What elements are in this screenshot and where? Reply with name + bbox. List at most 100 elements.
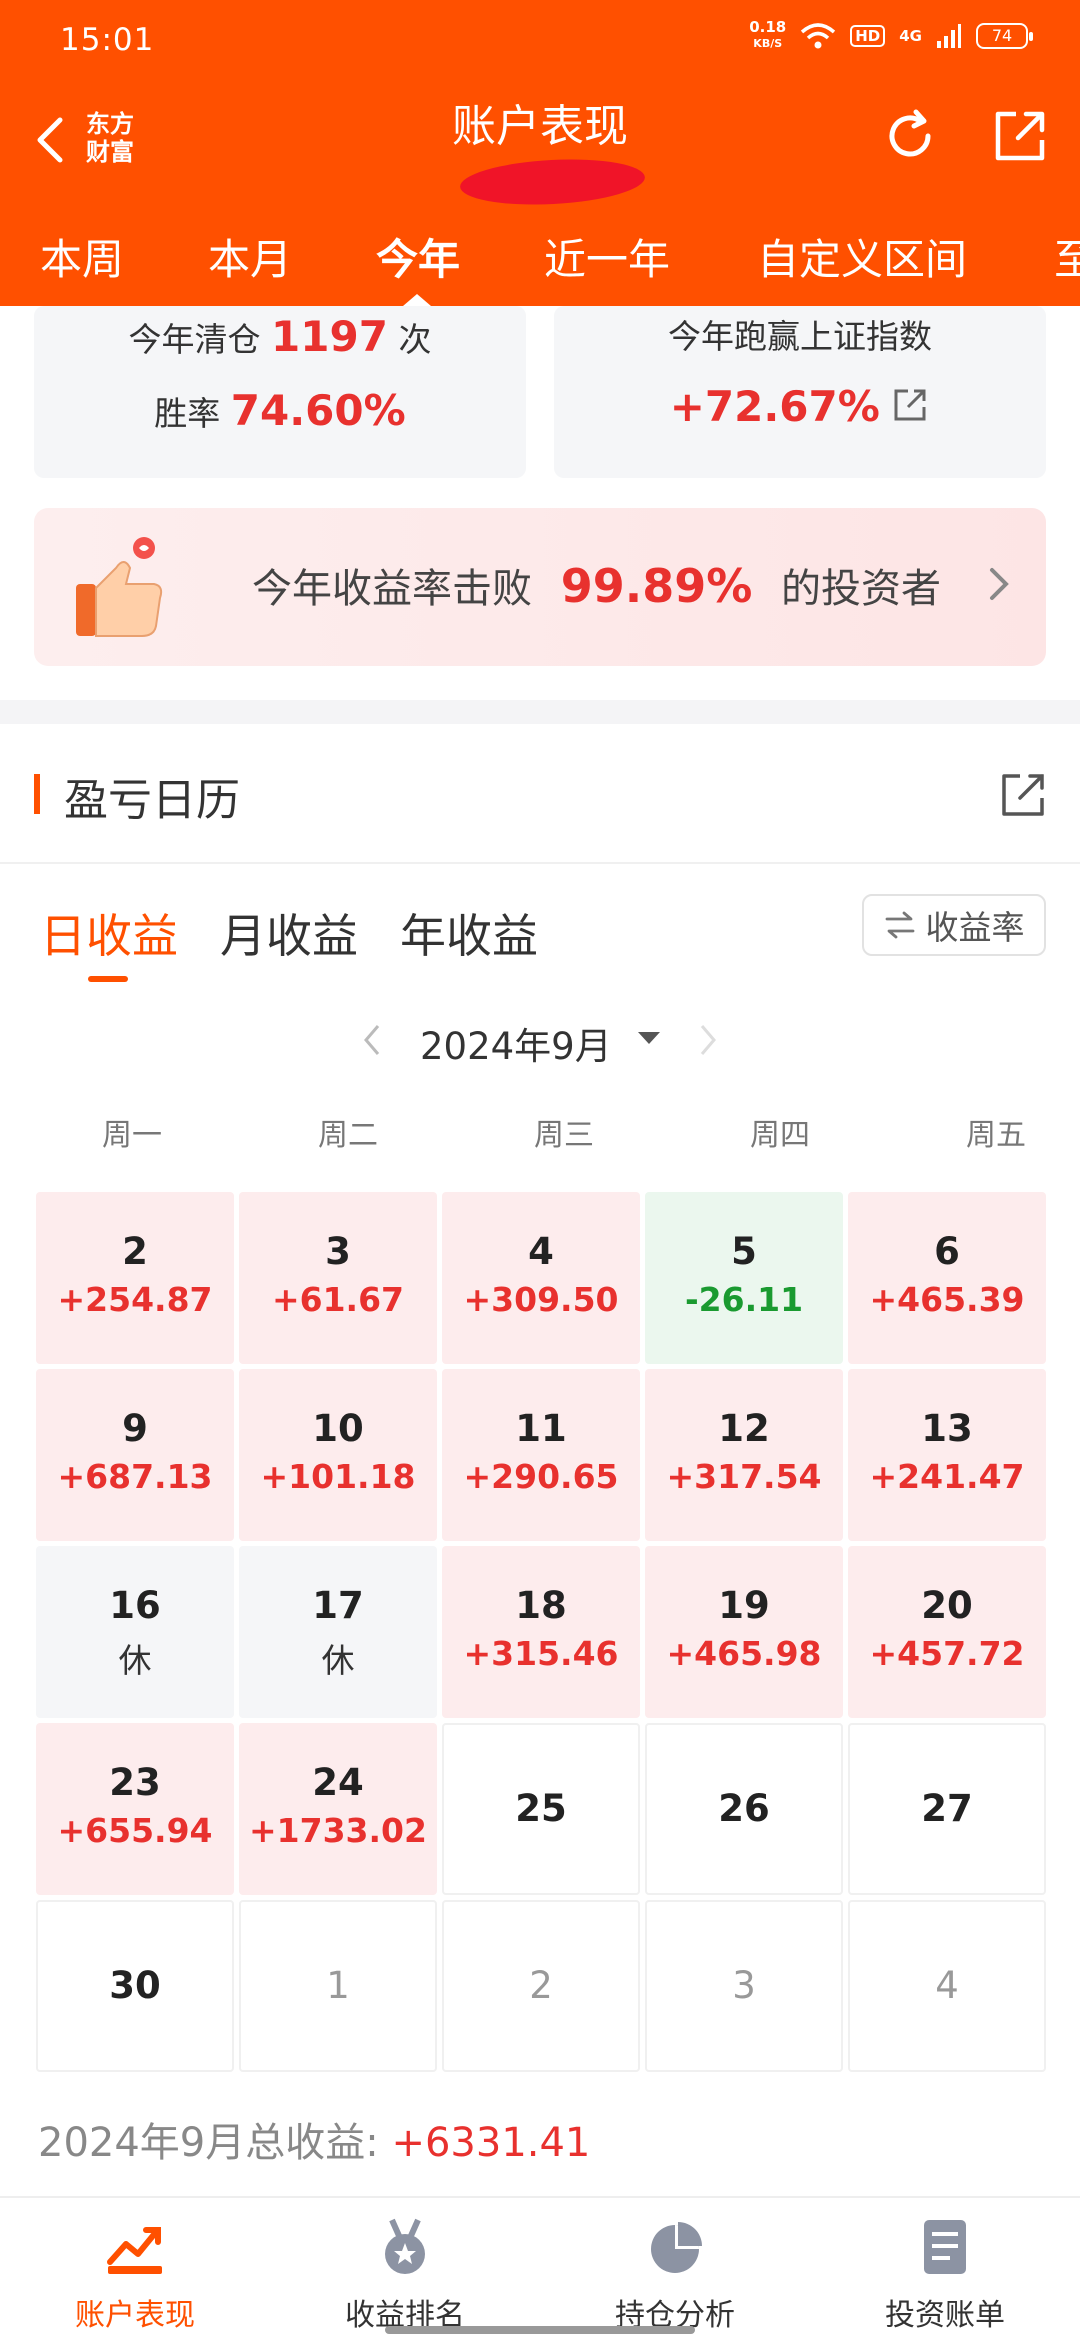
nav-return-ranking[interactable]: 收益排名 <box>270 2216 540 2334</box>
period-tabs: 本周 本月 今年 近一年 自定义区间 至 <box>0 218 1080 306</box>
subtab-underline <box>88 976 128 982</box>
tab-this-week[interactable]: 本周 <box>40 226 124 287</box>
day-number: 19 <box>718 1584 770 1627</box>
calendar-day-cell[interactable]: 1 <box>239 1900 437 2072</box>
clear-count-row: 今年清仓 1197 次 <box>34 312 526 361</box>
calendar-day-cell[interactable]: 23 +655.94 <box>36 1723 234 1895</box>
subtab-yearly[interactable]: 年收益 <box>400 900 538 966</box>
day-number: 4 <box>935 1964 959 2007</box>
clear-prefix: 今年清仓 <box>128 320 261 359</box>
beat-index-row: +72.67% <box>554 382 1046 431</box>
nav-investment-bill[interactable]: 投资账单 <box>810 2216 1080 2334</box>
day-profit: +1733.02 <box>249 1811 427 1850</box>
tab-custom-range[interactable]: 自定义区间 <box>757 226 967 287</box>
subtab-monthly[interactable]: 月收益 <box>220 900 358 966</box>
calendar-day-cell[interactable]: 5 -26.11 <box>645 1192 843 1364</box>
day-number: 2 <box>529 1964 553 2007</box>
winrate-label: 胜率 <box>154 394 221 433</box>
day-profit: +655.94 <box>57 1811 213 1850</box>
winrate-value: 74.60% <box>230 386 406 435</box>
day-number: 2 <box>122 1230 148 1273</box>
day-number: 3 <box>732 1964 756 2007</box>
beat-index-card[interactable]: 今年跑赢上证指数 +72.67% <box>554 306 1046 478</box>
calendar-day-cell[interactable]: 2 <box>442 1900 640 2072</box>
calendar-day-cell[interactable]: 3 <box>645 1900 843 2072</box>
day-number: 26 <box>718 1787 770 1830</box>
hd-badge: HD <box>850 24 886 47</box>
day-number: 1 <box>326 1964 350 2007</box>
tab-this-month[interactable]: 本月 <box>208 226 292 287</box>
calendar-day-cell[interactable]: 26 <box>645 1723 843 1895</box>
weekday-wed: 周三 <box>534 1118 594 1153</box>
share-small-icon[interactable] <box>890 385 930 425</box>
clear-count: 1197 <box>271 312 388 361</box>
beat-percent: 99.89% <box>560 559 753 613</box>
calendar-day-cell[interactable]: 24 +1733.02 <box>239 1723 437 1895</box>
net-speed-value: 0.18 <box>749 18 787 36</box>
day-number: 16 <box>109 1584 161 1627</box>
calendar-day-cell[interactable]: 16 休 <box>36 1546 234 1718</box>
day-profit: +241.47 <box>869 1457 1025 1496</box>
day-profit: 休 <box>321 1641 355 1680</box>
beat-investors-banner[interactable]: 今年收益率击败 99.89% 的投资者 <box>34 508 1046 666</box>
calendar-day-cell[interactable]: 6 +465.39 <box>848 1192 1046 1364</box>
tab-this-year[interactable]: 今年 <box>376 226 460 287</box>
calendar-day-cell[interactable]: 9 +687.13 <box>36 1369 234 1541</box>
weekday-mon: 周一 <box>102 1118 162 1153</box>
tab-last-year[interactable]: 近一年 <box>544 226 670 287</box>
calendar-day-cell[interactable]: 20 +457.72 <box>848 1546 1046 1718</box>
subtab-daily[interactable]: 日收益 <box>40 900 178 966</box>
bottom-nav: 账户表现 收益排名 持仓分析 投资账单 <box>0 2196 1080 2340</box>
share-icon[interactable] <box>990 106 1050 166</box>
calendar-day-cell[interactable]: 11 +290.65 <box>442 1369 640 1541</box>
pnl-subtabs: 日收益 月收益 年收益 收益率 <box>0 880 1080 990</box>
day-number: 30 <box>109 1964 161 2007</box>
refresh-icon[interactable] <box>880 106 940 166</box>
winrate-row: 胜率 74.60% <box>34 386 526 435</box>
share-icon[interactable] <box>998 770 1048 820</box>
calendar-day-cell[interactable]: 13 +241.47 <box>848 1369 1046 1541</box>
return-rate-toggle[interactable]: 收益率 <box>862 894 1046 956</box>
calendar-day-cell[interactable]: 18 +315.46 <box>442 1546 640 1718</box>
month-total-label: 2024年9月总收益: <box>38 2120 379 2166</box>
calendar-day-cell[interactable]: 4 +309.50 <box>442 1192 640 1364</box>
day-profit: -26.11 <box>684 1280 804 1319</box>
calendar-day-cell[interactable]: 4 <box>848 1900 1046 2072</box>
day-number: 24 <box>312 1761 364 1804</box>
tab-more[interactable]: 至 <box>1054 226 1080 287</box>
calendar-day-cell[interactable]: 19 +465.98 <box>645 1546 843 1718</box>
calendar-day-cell[interactable]: 10 +101.18 <box>239 1369 437 1541</box>
day-number: 6 <box>934 1230 960 1273</box>
calendar-day-cell[interactable]: 17 休 <box>239 1546 437 1718</box>
pnl-calendar-header: 盈亏日历 <box>0 724 1080 864</box>
calendar-day-cell[interactable]: 12 +317.54 <box>645 1369 843 1541</box>
day-profit: +317.54 <box>666 1457 822 1496</box>
status-time: 15:01 <box>60 22 155 58</box>
status-bar: 15:01 0.18 KB/S HD 4G 74 <box>0 0 1080 80</box>
thumbs-up-icon <box>76 537 163 637</box>
day-number: 11 <box>515 1407 567 1450</box>
beat-index-label: 今年跑赢上证指数 <box>668 317 932 356</box>
calendar-day-cell[interactable]: 3 +61.67 <box>239 1192 437 1364</box>
month-label[interactable]: 2024年9月 <box>420 1016 612 1070</box>
calendar-day-cell[interactable]: 25 <box>442 1723 640 1895</box>
calendar-day-cell[interactable]: 2 +254.87 <box>36 1192 234 1364</box>
top-header: 15:01 0.18 KB/S HD 4G 74 东方 财富 账户表现 本周 本… <box>0 0 1080 306</box>
day-number: 20 <box>921 1584 973 1627</box>
wifi-icon <box>801 22 836 48</box>
calendar-day-cell[interactable]: 27 <box>848 1723 1046 1895</box>
beat-text: 今年收益率击败 99.89% 的投资者 <box>252 556 941 614</box>
day-number: 10 <box>312 1407 364 1450</box>
prev-month-icon[interactable] <box>360 1020 384 1060</box>
nav-holding-analysis[interactable]: 持仓分析 <box>540 2216 810 2334</box>
nav-account-performance[interactable]: 账户表现 <box>0 2216 270 2334</box>
calendar-day-cell[interactable]: 30 <box>36 1900 234 2072</box>
day-number: 23 <box>109 1761 161 1804</box>
nav-label: 账户表现 <box>75 2298 195 2333</box>
section-divider <box>0 700 1080 724</box>
next-month-icon[interactable] <box>696 1020 720 1060</box>
month-navigator: 2024年9月 <box>0 1010 1080 1070</box>
day-profit: +465.39 <box>869 1280 1025 1319</box>
clear-suffix: 次 <box>398 320 432 359</box>
month-dropdown-icon[interactable] <box>638 1032 660 1044</box>
